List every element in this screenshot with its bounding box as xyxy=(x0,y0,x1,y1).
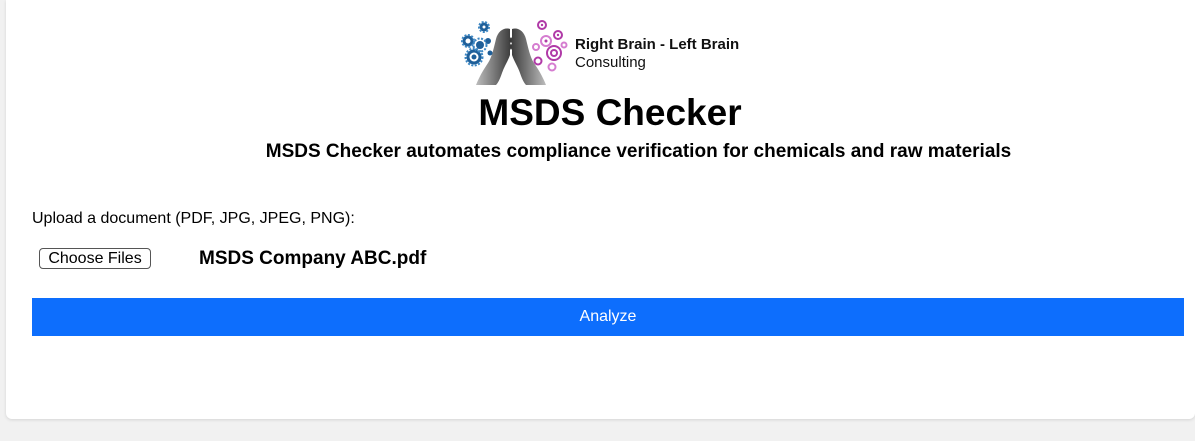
choose-files-button[interactable]: Choose Files xyxy=(39,248,151,269)
analyze-button[interactable]: Analyze xyxy=(32,298,1184,336)
brand-name: Right Brain - Left Brain xyxy=(575,36,740,53)
selected-file-name: MSDS Company ABC.pdf xyxy=(199,248,427,269)
brand-tagline: Consulting xyxy=(575,54,646,71)
upload-label: Upload a document (PDF, JPG, JPEG, PNG): xyxy=(32,210,355,227)
page-title: MSDS Checker xyxy=(478,92,742,133)
brain-heads-gears-icon xyxy=(461,20,568,85)
page-subtitle: MSDS Checker automates compliance verifi… xyxy=(265,141,1012,162)
main-card: Right Brain - Left Brain Consulting MSDS… xyxy=(6,0,1195,419)
company-logo: Right Brain - Left Brain Consulting xyxy=(454,17,754,87)
